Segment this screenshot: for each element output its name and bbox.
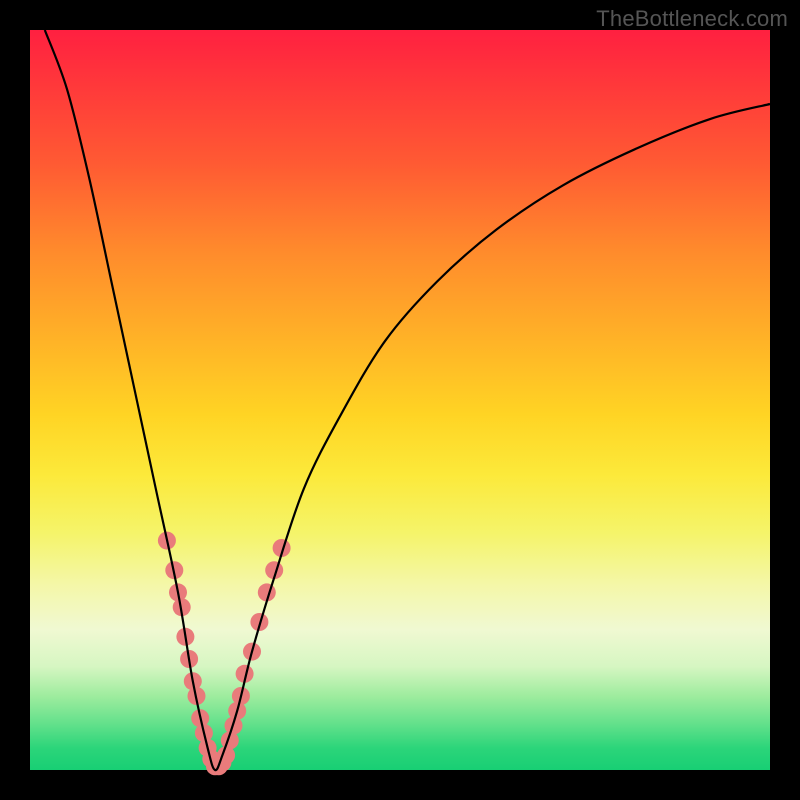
chart-frame: TheBottleneck.com (0, 0, 800, 800)
bottleneck-curve (45, 30, 770, 770)
chart-svg (30, 30, 770, 770)
plot-area (30, 30, 770, 770)
watermark-text: TheBottleneck.com (596, 6, 788, 32)
marker-layer (158, 532, 291, 776)
